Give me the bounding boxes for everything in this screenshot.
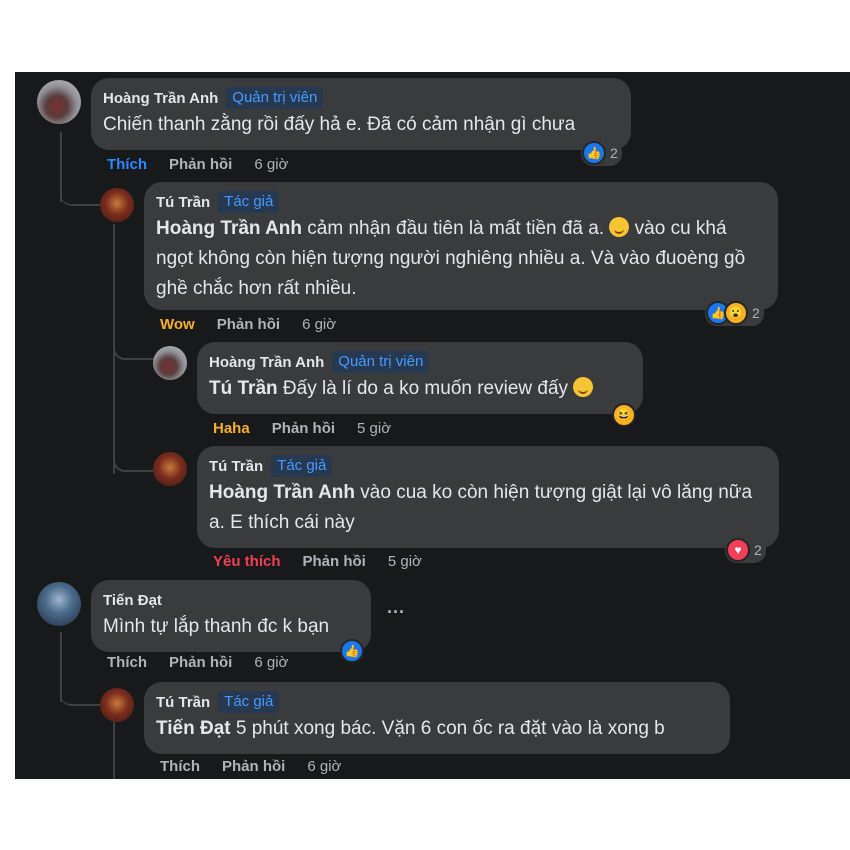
reaction-count: 2 bbox=[754, 542, 762, 558]
reply-button[interactable]: Phản hồi bbox=[272, 420, 335, 437]
avatar[interactable] bbox=[100, 688, 134, 722]
wow-reaction-button[interactable]: Wow bbox=[160, 316, 195, 333]
like-button[interactable]: Thích bbox=[160, 758, 200, 775]
reply-button[interactable]: Phản hồi bbox=[217, 316, 280, 333]
comment-bubble: Tú Trần Tác giả Hoàng Trần Anh cảm nhận … bbox=[144, 182, 778, 310]
thread-connector bbox=[60, 672, 100, 706]
comment-text: Hoàng Trần Anh cảm nhận đầu tiên là mất … bbox=[156, 217, 746, 299]
like-icon: 👍 bbox=[582, 141, 606, 165]
role-badge: Quản trị viên bbox=[332, 351, 430, 373]
comment-actions: Thích Phản hồi 6 giờ bbox=[107, 654, 310, 671]
haha-icon: 😆 bbox=[612, 403, 636, 427]
comment-time[interactable]: 6 giờ bbox=[254, 156, 288, 173]
wow-icon: 😮 bbox=[724, 301, 748, 325]
comment-author[interactable]: Tú Trần bbox=[156, 694, 210, 711]
comment-author[interactable]: Tiến Đạt bbox=[103, 592, 162, 609]
comment-actions: Yêu thích Phản hồi 5 giờ bbox=[213, 553, 444, 570]
comment-author[interactable]: Hoàng Trần Anh bbox=[209, 354, 324, 371]
role-badge: Quản trị viên bbox=[226, 87, 324, 109]
comment-time[interactable]: 5 giờ bbox=[388, 553, 422, 570]
mention-link[interactable]: Hoàng Trần Anh bbox=[156, 218, 302, 239]
reaction-summary[interactable]: 👍 2 bbox=[581, 140, 622, 166]
comment-text: Tiến Đạt 5 phút xong bác. Vặn 6 con ốc r… bbox=[156, 718, 665, 739]
comment-actions: Thích Phản hồi 6 giờ bbox=[107, 156, 310, 173]
comment-text: Chiến thanh zằng rồi đấy hả e. Đã có cảm… bbox=[103, 114, 576, 135]
avatar[interactable] bbox=[100, 188, 134, 222]
thread-line bbox=[113, 722, 115, 779]
reaction-summary[interactable]: ♥ 2 bbox=[725, 537, 766, 563]
like-icon: 👍 bbox=[340, 639, 364, 663]
like-button[interactable]: Thích bbox=[107, 654, 147, 671]
reply-button[interactable]: Phản hồi bbox=[169, 156, 232, 173]
comment-time[interactable]: 6 giờ bbox=[302, 316, 336, 333]
comment-text: Tú Trần Đấy là lí do a ko muốn review đấ… bbox=[209, 374, 631, 404]
avatar[interactable] bbox=[37, 80, 81, 124]
reaction-summary[interactable]: 👍 bbox=[339, 638, 368, 664]
comment-bubble: Hoàng Trần Anh Quản trị viên Chiến thanh… bbox=[91, 78, 631, 150]
comment-time[interactable]: 6 giờ bbox=[307, 758, 341, 775]
love-reaction-button[interactable]: Yêu thích bbox=[213, 553, 281, 570]
comment-text: Mình tự lắp thanh đc k bạn bbox=[103, 616, 330, 637]
avatar[interactable] bbox=[153, 346, 187, 380]
reaction-summary[interactable]: 👍 😮 2 bbox=[705, 300, 764, 326]
comment-time[interactable]: 6 giờ bbox=[254, 654, 288, 671]
comment-bubble: Tú Trần Tác giả Tiến Đạt 5 phút xong bác… bbox=[144, 682, 730, 754]
comment-text: Hoàng Trần Anh vào cua ko còn hiện tượng… bbox=[209, 482, 753, 533]
reply-button[interactable]: Phản hồi bbox=[303, 553, 366, 570]
more-options-icon[interactable]: ··· bbox=[387, 602, 405, 623]
role-badge: Tác giả bbox=[218, 191, 280, 213]
role-badge: Tác giả bbox=[218, 691, 280, 713]
comment-time[interactable]: 5 giờ bbox=[357, 420, 391, 437]
comment-author[interactable]: Tú Trần bbox=[209, 458, 263, 475]
like-button[interactable]: Thích bbox=[107, 156, 147, 173]
comment-actions: Thích Phản hồi 6 giờ bbox=[160, 758, 363, 775]
thread-connector bbox=[113, 442, 155, 472]
smile-emoji-icon bbox=[609, 217, 630, 237]
comments-panel: Hoàng Trần Anh Quản trị viên Chiến thanh… bbox=[15, 72, 850, 779]
comment-bubble: Hoàng Trần Anh Quản trị viên Tú Trần Đấy… bbox=[197, 342, 643, 414]
avatar[interactable] bbox=[153, 452, 187, 486]
smile-emoji-icon bbox=[573, 377, 594, 397]
avatar[interactable] bbox=[37, 582, 81, 626]
thread-connector bbox=[113, 330, 155, 360]
haha-reaction-button[interactable]: Haha bbox=[213, 420, 250, 437]
reaction-summary[interactable]: 😆 bbox=[611, 402, 640, 428]
comment-actions: Haha Phản hồi 5 giờ bbox=[213, 420, 413, 437]
comment-bubble: Tú Trần Tác giả Hoàng Trần Anh vào cua k… bbox=[197, 446, 779, 548]
comment-bubble: Tiến Đạt Mình tự lắp thanh đc k bạn bbox=[91, 580, 371, 652]
reply-button[interactable]: Phản hồi bbox=[169, 654, 232, 671]
mention-link[interactable]: Tiến Đạt bbox=[156, 718, 231, 739]
thread-connector bbox=[60, 172, 100, 206]
reaction-count: 2 bbox=[610, 145, 618, 161]
comment-actions: Wow Phản hồi 6 giờ bbox=[160, 316, 358, 333]
reaction-count: 2 bbox=[752, 305, 760, 321]
mention-link[interactable]: Tú Trần bbox=[209, 378, 278, 399]
mention-link[interactable]: Hoàng Trần Anh bbox=[209, 482, 355, 503]
heart-icon: ♥ bbox=[726, 538, 750, 562]
comment-author[interactable]: Hoàng Trần Anh bbox=[103, 90, 218, 107]
reply-button[interactable]: Phản hồi bbox=[222, 758, 285, 775]
role-badge: Tác giả bbox=[271, 455, 333, 477]
comment-author[interactable]: Tú Trần bbox=[156, 194, 210, 211]
